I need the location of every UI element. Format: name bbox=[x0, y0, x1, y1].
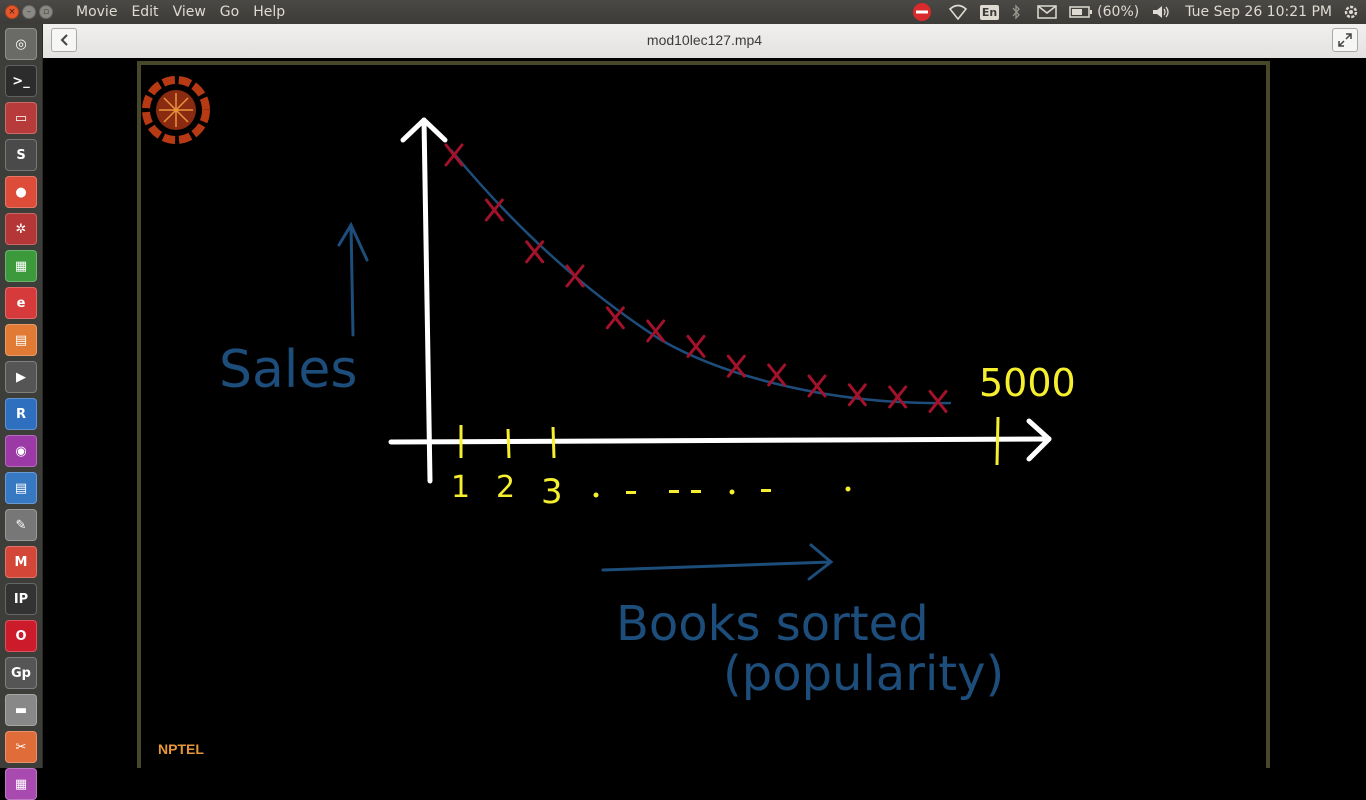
menu-edit[interactable]: Edit bbox=[124, 4, 165, 20]
nptel-watermark: NPTEL bbox=[158, 741, 204, 757]
trend-curve bbox=[450, 149, 952, 405]
clock[interactable]: Tue Sep 26 10:21 PM bbox=[1185, 4, 1332, 20]
keyboard-indicator[interactable]: En bbox=[979, 4, 1000, 20]
app-icon[interactable]: ▦ bbox=[5, 768, 37, 800]
points-layer bbox=[444, 143, 948, 413]
tick-label-2: 2 bbox=[496, 470, 515, 505]
data-point bbox=[444, 143, 464, 167]
chrome-icon[interactable]: ● bbox=[5, 176, 37, 208]
data-point bbox=[686, 334, 706, 358]
tick-5000 bbox=[995, 416, 1000, 466]
x-label-line1: Books sorted bbox=[616, 596, 929, 652]
tools-icon[interactable]: ✂ bbox=[5, 731, 37, 763]
indicator-area: En (60%) Tue Sep 26 10:21 PM bbox=[904, 0, 1366, 24]
data-point bbox=[565, 264, 585, 288]
spreadsheet-icon[interactable]: ▦ bbox=[5, 250, 37, 282]
books-arrow bbox=[601, 543, 834, 581]
tick-3 bbox=[551, 426, 556, 459]
launcher: ◎ >_ ▭ S ● ✲ ▦ e ▤ ▶ R ◉ ▤ ✎ M IP O Gp ▬ ✂ ▦ bbox=[0, 24, 43, 800]
data-point bbox=[847, 383, 867, 407]
gmail-icon[interactable]: M bbox=[5, 546, 37, 578]
menu-go[interactable]: Go bbox=[213, 4, 246, 20]
ipython-icon[interactable]: IP bbox=[5, 583, 37, 615]
data-point bbox=[888, 385, 908, 409]
video-title: mod10lec127.mp4 bbox=[646, 32, 763, 48]
tick-label-3: 3 bbox=[541, 472, 563, 512]
window-controls: × – ▫ bbox=[5, 5, 53, 19]
end-label-5000: 5000 bbox=[979, 361, 1076, 405]
presentation-icon[interactable]: ▤ bbox=[5, 324, 37, 356]
battery-indicator[interactable]: (60%) bbox=[1069, 4, 1139, 20]
sales-chart: 1 2 3 5000 Sales Books sorted (popularit… bbox=[219, 117, 1076, 702]
r-icon[interactable]: R bbox=[5, 398, 37, 430]
dash-icon[interactable]: ◎ bbox=[5, 28, 37, 60]
close-icon[interactable]: × bbox=[5, 5, 19, 19]
video-header-bar: mod10lec127.mp4 bbox=[43, 24, 1366, 59]
y-axis bbox=[421, 117, 433, 484]
bluetooth-icon[interactable] bbox=[1011, 4, 1021, 20]
tick-dots bbox=[593, 486, 851, 498]
opera-icon[interactable]: O bbox=[5, 620, 37, 652]
no-entry-icon[interactable] bbox=[912, 2, 932, 22]
tick-label-1: 1 bbox=[451, 470, 470, 505]
x-label-line2: (popularity) bbox=[723, 646, 1004, 702]
menu-bar: Movie Edit View Go Help bbox=[69, 4, 292, 20]
media-icon[interactable]: ◉ bbox=[5, 435, 37, 467]
sales-arrow bbox=[337, 221, 369, 337]
fullscreen-button[interactable] bbox=[1332, 28, 1358, 52]
battery-percent: (60%) bbox=[1097, 4, 1140, 20]
data-point bbox=[767, 363, 787, 387]
document-viewer-icon[interactable]: e bbox=[5, 287, 37, 319]
video-player-icon[interactable]: ▶ bbox=[5, 361, 37, 393]
sublime-icon[interactable]: S bbox=[5, 139, 37, 171]
menu-movie[interactable]: Movie bbox=[69, 4, 124, 20]
top-panel: × – ▫ Movie Edit View Go Help En (60%) T… bbox=[0, 0, 1366, 24]
battery-icon bbox=[1069, 6, 1093, 18]
video-area[interactable]: 1 2 3 5000 Sales Books sorted (popularit… bbox=[43, 58, 1366, 768]
data-point bbox=[484, 198, 504, 222]
settings-icon[interactable]: ✲ bbox=[5, 213, 37, 245]
mail-icon[interactable] bbox=[1037, 5, 1057, 19]
fullscreen-icon bbox=[1338, 33, 1352, 47]
y-label-sales: Sales bbox=[219, 340, 357, 400]
gear-icon[interactable] bbox=[1342, 3, 1360, 21]
terminal-icon[interactable]: >_ bbox=[5, 65, 37, 97]
disk-icon[interactable]: ▬ bbox=[5, 694, 37, 726]
tick-2 bbox=[506, 428, 511, 459]
data-point bbox=[928, 389, 948, 413]
text-editor-icon[interactable]: ✎ bbox=[5, 509, 37, 541]
x-axis bbox=[388, 436, 1052, 445]
maximize-icon[interactable]: ▫ bbox=[39, 5, 53, 19]
data-point bbox=[525, 240, 545, 264]
gp-icon[interactable]: Gp bbox=[5, 657, 37, 689]
wifi-icon[interactable] bbox=[948, 4, 968, 20]
volume-icon[interactable] bbox=[1151, 4, 1171, 20]
menu-help[interactable]: Help bbox=[246, 4, 292, 20]
nptel-logo bbox=[142, 76, 210, 144]
data-point bbox=[605, 306, 625, 330]
minimize-icon[interactable]: – bbox=[22, 5, 36, 19]
keyboard-layout: En bbox=[979, 4, 1000, 20]
writer-icon[interactable]: ▤ bbox=[5, 472, 37, 504]
blackboard-frame: 1 2 3 5000 Sales Books sorted (popularit… bbox=[137, 61, 1270, 768]
files-icon[interactable]: ▭ bbox=[5, 102, 37, 134]
menu-view[interactable]: View bbox=[166, 4, 213, 20]
